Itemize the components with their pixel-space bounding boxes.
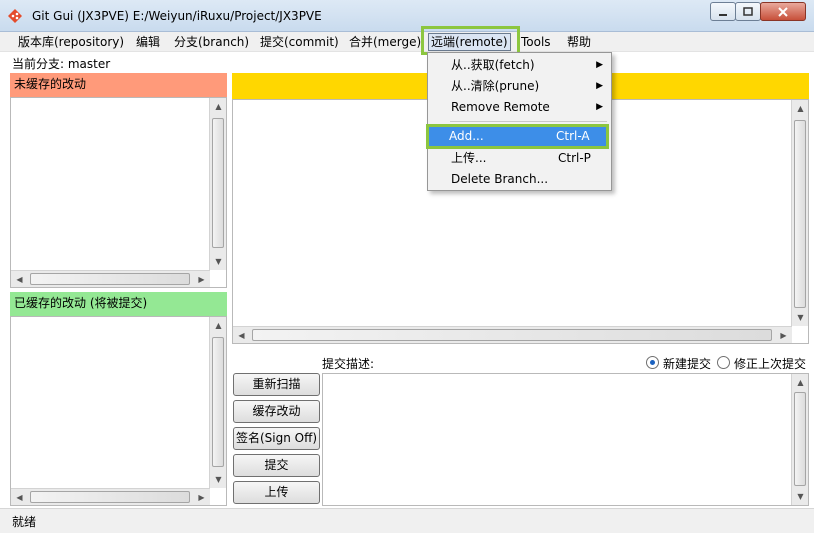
submenu-arrow-icon: ▶: [596, 102, 603, 112]
scrollbar-thumb[interactable]: [252, 329, 772, 341]
current-branch-label: 当前分支: master: [12, 57, 111, 71]
window-title: Git Gui (JX3PVE) E:/Weiyun/iRuxu/Project…: [32, 9, 322, 23]
unstaged-horizontal-scrollbar[interactable]: ◀ ▶: [11, 270, 210, 287]
close-button[interactable]: [760, 2, 806, 21]
menu-item-label: Delete Branch...: [451, 172, 549, 186]
scrollbar-thumb[interactable]: [794, 392, 806, 486]
diff-vertical-scrollbar[interactable]: ▲ ▼: [791, 100, 808, 326]
menu-item-label: 从..清除(prune): [451, 79, 540, 93]
scroll-down-arrow-icon[interactable]: ▼: [792, 488, 809, 505]
rescan-button[interactable]: 重新扫描: [233, 373, 320, 396]
maximize-icon: [743, 6, 753, 16]
menu-repository[interactable]: 版本库(repository): [18, 34, 124, 50]
scroll-right-arrow-icon[interactable]: ▶: [193, 271, 210, 288]
menu-item-push[interactable]: 上传... Ctrl-P: [430, 148, 609, 169]
commit-message-label: 提交描述:: [322, 357, 375, 371]
submenu-arrow-icon: ▶: [596, 81, 603, 91]
menu-item-label: 从..获取(fetch): [451, 58, 535, 72]
minimize-button[interactable]: [710, 2, 736, 21]
scroll-left-arrow-icon[interactable]: ◀: [11, 271, 28, 288]
scroll-right-arrow-icon[interactable]: ▶: [775, 327, 792, 344]
scroll-left-arrow-icon[interactable]: ◀: [233, 327, 250, 344]
menu-tools[interactable]: Tools: [521, 34, 551, 50]
menu-item-label: Remove Remote: [451, 100, 550, 114]
sign-off-button[interactable]: 签名(Sign Off): [233, 427, 320, 450]
menu-merge[interactable]: 合并(merge): [349, 34, 421, 50]
remote-dropdown-menu: 从..获取(fetch) ▶ 从..清除(prune) ▶ Remove Rem…: [426, 52, 612, 191]
amend-commit-radio[interactable]: [717, 356, 730, 369]
scroll-down-arrow-icon[interactable]: ▼: [210, 253, 227, 270]
title-bar: Git Gui (JX3PVE) E:/Weiyun/iRuxu/Project…: [0, 0, 814, 32]
scroll-up-arrow-icon[interactable]: ▲: [210, 98, 227, 115]
remote-menu-highlight: [421, 26, 520, 55]
scrollbar-thumb[interactable]: [30, 273, 190, 285]
menu-commit[interactable]: 提交(commit): [260, 34, 339, 50]
submenu-arrow-icon: ▶: [596, 60, 603, 70]
unstaged-header: 未缓存的改动: [10, 73, 227, 97]
scrollbar-thumb[interactable]: [212, 337, 224, 467]
staged-vertical-scrollbar[interactable]: ▲ ▼: [209, 317, 226, 488]
scroll-left-arrow-icon[interactable]: ◀: [11, 489, 28, 506]
maximize-button[interactable]: [735, 2, 761, 21]
scroll-up-arrow-icon[interactable]: ▲: [792, 374, 809, 391]
staged-file-list[interactable]: ▲ ▼ ◀ ▶: [10, 316, 227, 506]
menu-branch[interactable]: 分支(branch): [174, 34, 249, 50]
menu-item-fetch[interactable]: 从..获取(fetch) ▶: [430, 55, 609, 76]
scroll-up-arrow-icon[interactable]: ▲: [792, 100, 809, 117]
menu-separator: [450, 121, 607, 122]
unstaged-file-list[interactable]: ▲ ▼ ◀ ▶: [10, 97, 227, 288]
menu-item-add[interactable]: Add... Ctrl-A: [426, 124, 609, 149]
menu-item-delete-branch[interactable]: Delete Branch...: [430, 169, 609, 190]
menu-item-label: 上传...: [451, 151, 487, 165]
new-commit-label[interactable]: 新建提交: [663, 355, 711, 372]
menu-edit[interactable]: 编辑: [136, 34, 160, 50]
scrollbar-thumb[interactable]: [30, 491, 190, 503]
menu-item-remove-remote[interactable]: Remove Remote ▶: [430, 97, 609, 118]
close-icon: [778, 6, 788, 17]
staged-horizontal-scrollbar[interactable]: ◀ ▶: [11, 488, 210, 505]
commit-message-input[interactable]: ▲ ▼: [322, 373, 809, 506]
menu-bar: 版本库(repository) 编辑 分支(branch) 提交(commit)…: [0, 32, 814, 52]
scroll-down-arrow-icon[interactable]: ▼: [210, 471, 227, 488]
new-commit-radio[interactable]: [646, 356, 659, 369]
scroll-up-arrow-icon[interactable]: ▲: [210, 317, 227, 334]
staged-header: 已缓存的改动 (将被提交): [10, 292, 227, 316]
menu-item-shortcut: Ctrl-A: [556, 129, 590, 143]
menu-item-label: Add...: [449, 129, 484, 143]
scroll-right-arrow-icon[interactable]: ▶: [193, 489, 210, 506]
push-button[interactable]: 上传: [233, 481, 320, 504]
menu-item-shortcut: Ctrl-P: [558, 151, 591, 165]
diff-horizontal-scrollbar[interactable]: ◀ ▶: [233, 326, 792, 343]
menu-help[interactable]: 帮助: [567, 34, 591, 50]
stage-changes-button[interactable]: 缓存改动: [233, 400, 320, 423]
scrollbar-thumb[interactable]: [212, 118, 224, 248]
status-bar: 就绪: [0, 508, 814, 533]
git-logo-icon: [8, 9, 22, 23]
commit-button[interactable]: 提交: [233, 454, 320, 477]
commit-vertical-scrollbar[interactable]: ▲ ▼: [791, 374, 808, 505]
scrollbar-thumb[interactable]: [794, 120, 806, 308]
amend-commit-label[interactable]: 修正上次提交: [734, 355, 806, 372]
status-text: 就绪: [12, 515, 37, 529]
scroll-down-arrow-icon[interactable]: ▼: [792, 309, 809, 326]
unstaged-vertical-scrollbar[interactable]: ▲ ▼: [209, 98, 226, 270]
menu-item-prune[interactable]: 从..清除(prune) ▶: [430, 76, 609, 97]
minimize-icon: [719, 13, 727, 16]
